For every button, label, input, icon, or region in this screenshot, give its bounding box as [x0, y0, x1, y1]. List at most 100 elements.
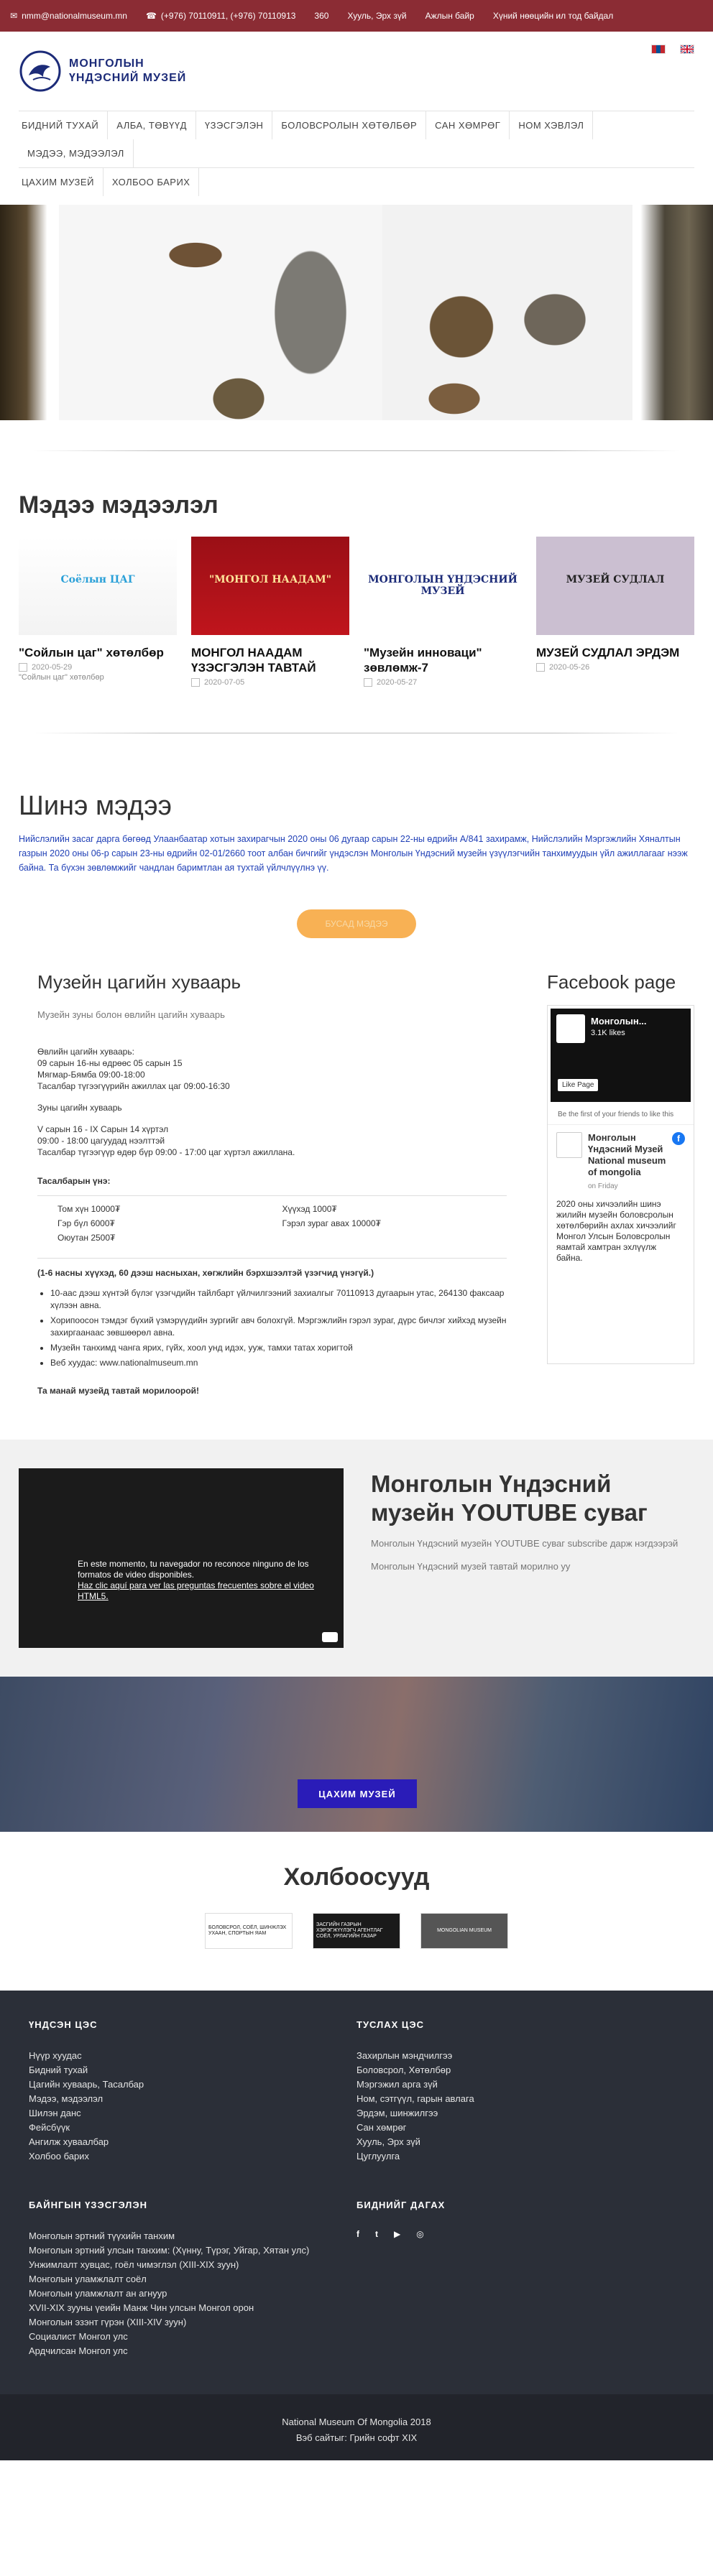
partners-title: Холбоосууд — [283, 1863, 430, 1891]
summer-line: 09:00 - 18:00 цагуудад нээлттэй — [37, 1136, 165, 1146]
schedule-subtitle: Музейн зуны болон өвлийн цагийн хуваарь — [37, 1009, 225, 1020]
footer-main-link[interactable]: Шилэн данс — [29, 2106, 356, 2121]
nav-row-2: ЦАХИМ МУЗЕЙ ХОЛБОО БАРИХ — [19, 167, 694, 196]
footer-main-link[interactable]: Ангилж хуваалбар — [29, 2135, 356, 2149]
footer-exhibition-link[interactable]: Монголын уламжлалт соёл — [29, 2272, 356, 2287]
instagram-icon[interactable]: ◎ — [416, 2229, 423, 2239]
news-card-thumbnail[interactable]: Соёлын ЦАГ — [19, 537, 177, 635]
email-link[interactable]: ✉ nmm@nationalmuseum.mn — [10, 11, 127, 21]
summer-line: V сарын 16 - IX Сарын 14 хүртэл — [37, 1124, 169, 1134]
footer-aux-heading: ТУСЛАХ ЦЭС — [356, 2019, 425, 2030]
footer-main-link[interactable]: Фейсбүүк — [29, 2121, 356, 2135]
news-card-title[interactable]: "Сойлын цаг" хөтөлбөр — [19, 645, 177, 660]
news-card-date-text: 2020-05-26 — [549, 663, 590, 672]
news-card-date: 2020-05-26 — [536, 663, 694, 672]
footer-aux-link[interactable]: Эрдэм, шинжилгээ — [356, 2106, 684, 2121]
footer-exhibition-link[interactable]: Унжимлалт хувцас, гоёл чимэглэл (XIII-XI… — [29, 2258, 356, 2272]
footer-exhibition-link[interactable]: Ардчилсан Монгол улс — [29, 2344, 356, 2358]
footer-exhibition-link[interactable]: XVII-XIX зууны үеийн Манж Чин улсын Монг… — [29, 2301, 356, 2315]
phone-link[interactable]: ☎ (+976) 70110911, (+976) 70110913 — [146, 11, 295, 21]
facebook-page-name[interactable]: Монголын... — [591, 1016, 647, 1027]
footer-aux-link[interactable]: Цуглуулга — [356, 2149, 684, 2164]
ticket-price: Оюутан 2500₮ — [58, 1233, 116, 1243]
site-logo[interactable]: МОНГОЛЫН ҮНДЭСНИЙ МУЗЕЙ — [19, 50, 186, 93]
footer-main-menu: ҮНДСЭН ЦЭС Нүүр хуудас Бидний тухай Цагийн… — [29, 2019, 356, 2164]
youtube-video-player[interactable]: En este momento, tu navegador no reconoc… — [19, 1468, 344, 1648]
facebook-widget[interactable]: Монголын... 3.1K likes Like Page Be the … — [547, 1005, 694, 1364]
summer-schedule: V сарын 16 - IX Сарын 14 хүртэл 09:00 - 1… — [37, 1123, 507, 1158]
nav-item-7[interactable]: ЦАХИМ МУЗЕЙ — [19, 168, 104, 196]
footer-exhibition-link[interactable]: Социалист Монгол улс — [29, 2330, 356, 2344]
news-card[interactable]: МУЗЕЙ СУДЛАЛ МУЗЕЙ СУДЛАЛ ЭРДЭМ 2020-05-26 — [536, 537, 694, 687]
govt-agency-logo[interactable]: ЗАСГИЙН ГАЗРЫН ХЭРЭГЖҮҮЛЭГЧ АГЕНТЛАГ СОЁ… — [313, 1913, 400, 1949]
ministry-culture-logo[interactable]: БОЛОВСРОЛ, СОЁЛ, ШИНЖЛЭХ УХААН, СПОРТЫН … — [205, 1913, 293, 1949]
tour-360-link[interactable]: 360 — [314, 11, 328, 21]
news-card-title[interactable]: МОНГОЛ НААДАМ ҮЗЭСГЭЛЭН ТАВТАЙ — [191, 645, 349, 675]
law-link[interactable]: Хууль, Эрх зүй — [347, 11, 406, 21]
nav-item-3[interactable]: БОЛОВСРОЛЫН ХӨТӨЛБӨР — [272, 111, 427, 139]
footer-aux-link[interactable]: Мэргэжил арга зүй — [356, 2077, 684, 2092]
footer-aux-link[interactable]: Хууль, Эрх зүй — [356, 2135, 684, 2149]
footer-main-link[interactable]: Бидний тухай — [29, 2063, 356, 2077]
welcome-text: Та манай музейд тавтай морилоорой! — [37, 1386, 200, 1396]
footer-exhibition-link[interactable]: Монголын уламжлалт ан агнуур — [29, 2287, 356, 2301]
youtube-icon[interactable]: ▶ — [394, 2229, 400, 2239]
facebook-likes: 3.1K likes — [591, 1029, 625, 1037]
footer-exhibition-link[interactable]: Монголын эртний түүхийн танхим — [29, 2229, 356, 2243]
hero-slider[interactable] — [0, 205, 713, 420]
uk-flag[interactable] — [680, 45, 694, 54]
latest-news-text[interactable]: Нийслэлийн засаг дарга бөгөөд Улаанбаата… — [0, 832, 713, 875]
envelope-icon: ✉ — [10, 11, 18, 21]
footer-main-link[interactable]: Нүүр хуудас — [29, 2049, 356, 2063]
facebook-post-author[interactable]: Монголын Үндэсний Музей National museum … — [588, 1132, 666, 1178]
footer-main-link[interactable]: Цагийн хуваарь, Тасалбар — [29, 2077, 356, 2092]
calendar-icon — [19, 663, 27, 672]
digital-museum-banner: ЦАХИМ МУЗЕЙ — [0, 1677, 713, 1832]
news-card-thumbnail[interactable]: МОНГОЛЫН ҮНДЭСНИЙ МУЗЕЙ — [364, 537, 522, 635]
news-card-thumbnail[interactable]: "МОНГОЛ НААДАМ" — [191, 537, 349, 635]
footer-aux-menu: ТУСЛАХ ЦЭС Захирлын мэндчилгээ Боловсрол,… — [356, 2019, 684, 2164]
winter-schedule: Өвлийн цагийн хуваарь: 09 сарын 16-ны өдр… — [37, 1046, 507, 1092]
news-card-date-text: 2020-07-05 — [204, 678, 245, 687]
nav-item-6[interactable]: МЭДЭЭ, МЭДЭЭЛЭЛ — [19, 139, 134, 167]
news-card-title[interactable]: "Музейн инноваци" зөвлөмж-7 — [364, 645, 522, 675]
news-card[interactable]: МОНГОЛЫН ҮНДЭСНИЙ МУЗЕЙ "Музейн инноваци"… — [364, 537, 522, 687]
footer-aux-link[interactable]: Захирлын мэндчилгээ — [356, 2049, 684, 2063]
news-card-title[interactable]: МУЗЕЙ СУДЛАЛ ЭРДЭМ — [536, 645, 694, 660]
news-card[interactable]: Соёлын ЦАГ "Сойлын цаг" хөтөлбөр 2020-05-2… — [19, 537, 177, 687]
footer-main-link[interactable]: Мэдээ, мэдээлэл — [29, 2092, 356, 2106]
news-card[interactable]: "МОНГОЛ НААДАМ" МОНГОЛ НААДАМ ҮЗЭСГЭЛЭН Т… — [191, 537, 349, 687]
more-news-button[interactable]: БУСАД МЭДЭЭ — [297, 909, 416, 938]
footer-exhibitions: БАЙНГЫН ҮЗЭСГЭЛЭН Монголын эртний түүхий… — [29, 2200, 356, 2358]
footer-aux-link[interactable]: Ном, сэтгүүл, гарын авлага — [356, 2092, 684, 2106]
phone-text[interactable]: (+976) 70110911, (+976) 70110913 — [161, 11, 296, 21]
hero-image-sword — [0, 205, 59, 420]
nav-item-0[interactable]: БИДНИЙ ТУХАЙ — [19, 111, 109, 139]
news-card-thumb-text: "МОНГОЛ НААДАМ" — [208, 574, 331, 585]
hr-transparency-link[interactable]: Хүний нөөцийн ил тод байдал — [493, 11, 613, 21]
facebook-like-button[interactable]: Like Page — [558, 1079, 599, 1091]
nav-item-8[interactable]: ХОЛБОО БАРИХ — [104, 168, 200, 196]
museum-association-logo[interactable]: MONGOLIAN MUSEUM — [420, 1913, 508, 1949]
footer-aux-link[interactable]: Сан хөмрөг — [356, 2121, 684, 2135]
digital-museum-button[interactable]: ЦАХИМ МУЗЕЙ — [298, 1779, 417, 1808]
youtube-section: En este momento, tu navegador no reconoc… — [0, 1440, 713, 1677]
mongolia-flag[interactable] — [651, 45, 666, 54]
video-faq-link[interactable]: Haz clic aquí para ver las preguntas fre… — [78, 1580, 344, 1602]
jobs-link[interactable]: Ажлын байр — [426, 11, 474, 21]
footer-main-link[interactable]: Холбоо барих — [29, 2149, 356, 2164]
news-card-thumbnail[interactable]: МУЗЕЙ СУДЛАЛ — [536, 537, 694, 635]
email-text[interactable]: nmm@nationalmuseum.mn — [22, 11, 127, 21]
footer-aux-link[interactable]: Боловсрол, Хөтөлбөр — [356, 2063, 684, 2077]
nav-item-4[interactable]: САН ХӨМРӨГ — [426, 111, 510, 139]
nav-item-5[interactable]: НОМ ХЭВЛЭЛ — [510, 111, 594, 139]
footer-exhibition-link[interactable]: Монголын эзэнт гүрэн (XIII-XIV зуун) — [29, 2315, 356, 2330]
twitter-icon[interactable]: t — [375, 2229, 378, 2239]
developer-credit[interactable]: Вэб сайтыг: Грийн софт XIX — [0, 2430, 713, 2446]
nav-item-2[interactable]: ҮЗЭСГЭЛЭН — [196, 111, 273, 139]
nav-item-1[interactable]: АЛБА, ТӨВҮҮД — [108, 111, 196, 139]
facebook-post: Монголын Үндэсний Музей National museum … — [548, 1125, 694, 1271]
news-card-date-text: 2020-05-27 — [377, 678, 418, 687]
facebook-icon[interactable]: f — [356, 2229, 359, 2239]
footer-exhibition-link[interactable]: Монголын эртний улсын танхим: (Хүнну, Тү… — [29, 2243, 356, 2258]
